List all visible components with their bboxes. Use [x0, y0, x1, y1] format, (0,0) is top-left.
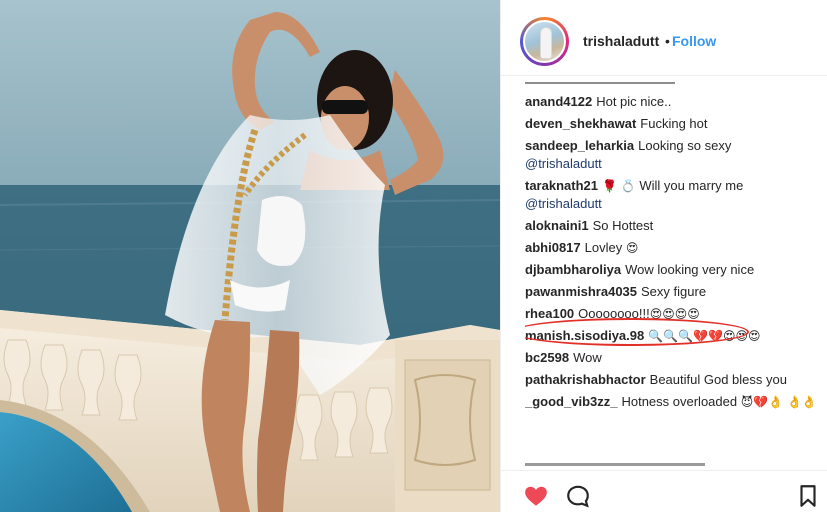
- comment-text: Wow looking very nice: [625, 262, 755, 277]
- comment-text: Oooooooo!!!: [578, 306, 650, 321]
- comment-text: So Hottest: [592, 218, 654, 233]
- comment-list[interactable]: anand4122 Hot pic nice.. deven_shekhawat F…: [525, 82, 821, 470]
- comment-text: Fucking hot: [640, 116, 708, 131]
- comment-mention[interactable]: @trishaladutt: [525, 196, 602, 211]
- like-button[interactable]: [523, 483, 549, 509]
- comment-item: _good_vib3zz_ Hotness overloaded 😈💔👌 👌👌: [525, 393, 821, 411]
- comment-username[interactable]: anand4122: [525, 94, 592, 109]
- comment-username[interactable]: bc2598: [525, 350, 569, 365]
- heart-icon: [525, 486, 547, 506]
- comment-emoji: 😍: [625, 241, 639, 255]
- comment-item: pawanmishra4035 Sexy figure: [525, 283, 821, 301]
- comment-username[interactable]: manish.sisodiya.98: [525, 328, 644, 343]
- comment-text: Sexy figure: [641, 284, 707, 299]
- comment-item: pathakrishabhactor Beautiful God bless yo…: [525, 371, 821, 389]
- comment-emoji: 🌹 💍: [601, 179, 636, 193]
- truncated-comment: [525, 462, 821, 470]
- comment-item: deven_shekhawat Fucking hot: [525, 115, 821, 133]
- comment-mention[interactable]: @trishaladutt: [525, 156, 602, 171]
- separator-dot: •: [665, 33, 670, 49]
- comment-emoji: 😍😍😍😍: [649, 307, 700, 321]
- comment-username[interactable]: abhi0817: [525, 240, 581, 255]
- truncated-comment: [525, 82, 821, 88]
- comment-username[interactable]: sandeep_leharkia: [525, 138, 634, 153]
- comment-emoji: 😈💔👌 👌👌: [740, 395, 817, 409]
- comment-username[interactable]: deven_shekhawat: [525, 116, 636, 131]
- comment-emoji: 🔍🔍🔍💔💔😍😍😍: [648, 329, 761, 343]
- comment-item: taraknath21 🌹 💍 Will you marry me @trisha…: [525, 177, 821, 213]
- comment-icon: [567, 485, 589, 508]
- post-header: trishaladutt • Follow: [501, 0, 827, 76]
- comment-item: djbambharoliya Wow looking very nice: [525, 261, 821, 279]
- comment-item: sandeep_leharkia Looking so sexy @trishal…: [525, 137, 821, 173]
- comment-text: Hotness overloaded: [621, 394, 738, 409]
- comment-item: manish.sisodiya.98 🔍🔍🔍💔💔😍😍😍: [525, 327, 821, 345]
- comment-item: anand4122 Hot pic nice..: [525, 93, 821, 111]
- comment-button[interactable]: [565, 483, 591, 509]
- comment-username[interactable]: rhea100: [525, 306, 574, 321]
- comment-username[interactable]: taraknath21: [525, 178, 598, 193]
- avatar[interactable]: [520, 17, 569, 66]
- follow-button[interactable]: Follow: [672, 33, 716, 49]
- comment-username[interactable]: pathakrishabhactor: [525, 372, 646, 387]
- avatar-image: [523, 20, 566, 63]
- comment-text: Will you marry me: [639, 178, 744, 193]
- comment-item: abhi0817 Lovley 😍: [525, 239, 821, 257]
- comment-item-highlighted: rhea100 Oooooooo!!!😍😍😍😍: [525, 305, 821, 323]
- username[interactable]: trishaladutt: [583, 33, 659, 49]
- comment-username[interactable]: pawanmishra4035: [525, 284, 637, 299]
- comment-text: Hot pic nice..: [596, 94, 672, 109]
- comment-username[interactable]: _good_vib3zz_: [525, 394, 617, 409]
- post-image: [0, 0, 500, 512]
- comment-item: aloknaini1 So Hottest: [525, 217, 821, 235]
- save-button[interactable]: [795, 483, 821, 509]
- comment-username[interactable]: djbambharoliya: [525, 262, 621, 277]
- comment-username[interactable]: aloknaini1: [525, 218, 589, 233]
- post-photo[interactable]: [0, 0, 500, 512]
- comment-text: Wow: [573, 350, 602, 365]
- post-sidebar: trishaladutt • Follow anand4122 Hot pic n…: [500, 0, 827, 512]
- comment-text: Beautiful God bless you: [649, 372, 787, 387]
- bookmark-icon: [800, 485, 816, 507]
- comment-text: Looking so sexy: [638, 138, 732, 153]
- comment-item: bc2598 Wow: [525, 349, 821, 367]
- action-bar: [501, 470, 827, 512]
- comment-text: Lovley: [584, 240, 623, 255]
